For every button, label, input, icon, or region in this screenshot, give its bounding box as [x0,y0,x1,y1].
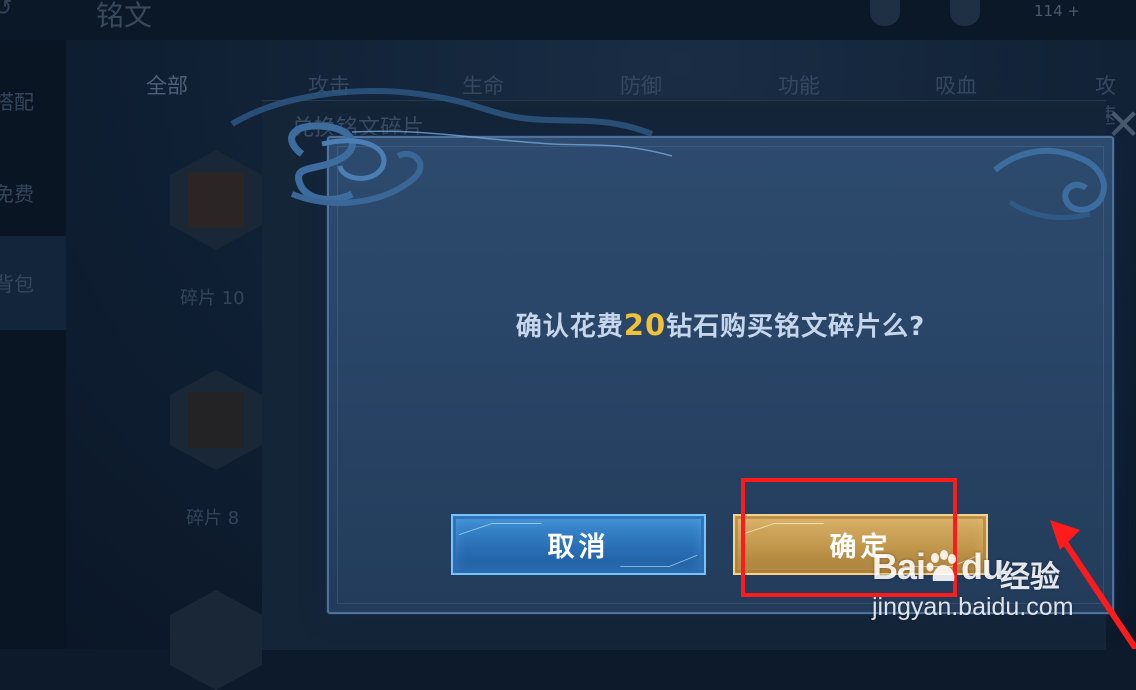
background-screen-title: 铭文 [96,0,153,32]
cancel-button-label: 取消 [547,532,610,563]
annotation-arrow-icon [1050,520,1136,649]
cloud-swirl-decoration-icon [993,147,1107,221]
cloud-swirl-decoration-icon [230,88,673,206]
back-arrow-icon: ↺ [0,0,13,21]
watermark-product: 经验 [1000,560,1060,595]
background-top-bar: ↺ 铭文 114 + [0,0,1136,40]
paw-icon [926,550,957,581]
gem-icon [950,0,980,26]
sidebar-item-bag: 背包 [0,272,34,296]
tab-all: 全部 [146,74,188,98]
message-suffix: 钻石购买铭文碎片么? [666,312,926,342]
watermark-url: jingyan.baidu.com [872,593,1074,621]
background-sidebar [0,40,66,649]
coin-count: 114 + [1034,2,1080,20]
sidebar-item-free: 免费 [0,182,34,206]
baidu-logo: Bai du [872,546,1004,588]
currency-icon [870,0,900,26]
inscription-item-label: 碎片 10 [180,288,245,309]
inscription-item-label: 碎片 8 [186,508,240,529]
tab-function: 功能 [778,74,820,98]
confirm-message: 确认花费20钻石购买铭文碎片么? [327,306,1114,343]
tab-lifesteal: 吸血 [935,74,977,98]
inscription-item-icon [170,590,262,690]
sidebar-item-loadout: 搭配 [0,90,34,114]
message-prefix: 确认花费 [515,312,624,342]
cancel-button[interactable]: 取消 [451,514,706,575]
logo-text-du: du [961,546,1004,587]
inscription-item-icon [170,370,262,470]
logo-text-bai: Bai [872,546,926,587]
diamond-amount: 20 [623,308,667,342]
